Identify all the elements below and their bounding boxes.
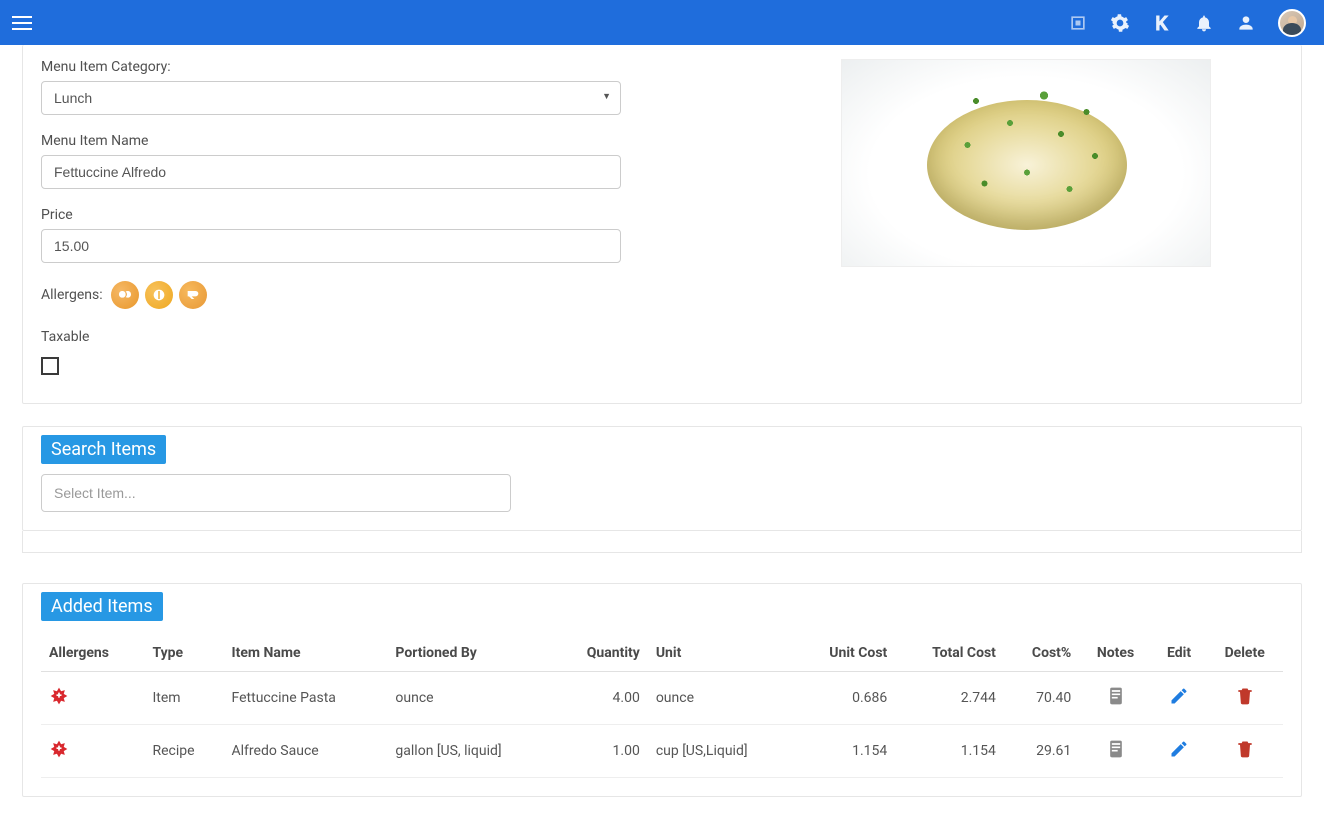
cell-unit-cost: 0.686	[795, 672, 896, 725]
allergen-medical-icon[interactable]	[49, 686, 69, 706]
col-edit: Edit	[1152, 635, 1207, 672]
delete-trash-icon[interactable]	[1235, 739, 1255, 759]
item-name-input[interactable]	[41, 155, 621, 189]
allergen-badge-3-icon[interactable]	[179, 281, 207, 309]
taxable-checkbox[interactable]	[41, 357, 59, 375]
col-cost-pct: Cost%	[1004, 635, 1079, 672]
allergen-medical-icon[interactable]	[49, 739, 69, 759]
cell-total-cost: 1.154	[895, 725, 1004, 778]
cell-unit-cost: 1.154	[795, 725, 896, 778]
taxable-label: Taxable	[41, 329, 621, 345]
col-item-name: Item Name	[224, 635, 388, 672]
notifications-bell-icon[interactable]	[1194, 13, 1214, 33]
search-items-input[interactable]	[41, 474, 511, 512]
menu-item-form-card: Menu Item Category: Lunch Menu Item Name…	[22, 45, 1302, 404]
cell-portioned-by: gallon [US, liquid]	[387, 725, 553, 778]
menu-toggle-button[interactable]	[12, 16, 32, 30]
allergen-badge-1-icon[interactable]	[111, 281, 139, 309]
user-avatar[interactable]	[1278, 9, 1306, 37]
col-type: Type	[144, 635, 223, 672]
delete-trash-icon[interactable]	[1235, 686, 1255, 706]
cell-type: Item	[144, 672, 223, 725]
col-unit: Unit	[648, 635, 795, 672]
allergen-badge-2-icon[interactable]	[145, 281, 173, 309]
cell-total-cost: 2.744	[895, 672, 1004, 725]
cell-unit: cup [US,Liquid]	[648, 725, 795, 778]
added-items-title: Added Items	[41, 592, 163, 621]
price-input[interactable]	[41, 229, 621, 263]
cell-quantity: 4.00	[554, 672, 648, 725]
divider-card	[22, 531, 1302, 553]
col-allergens: Allergens	[41, 635, 144, 672]
col-delete: Delete	[1206, 635, 1283, 672]
logo-k-icon[interactable]	[1152, 13, 1172, 33]
cell-item-name: Fettuccine Pasta	[224, 672, 388, 725]
price-label: Price	[41, 207, 621, 223]
allergens-label: Allergens:	[41, 287, 103, 303]
settings-gear-icon[interactable]	[1110, 13, 1130, 33]
col-quantity: Quantity	[554, 635, 648, 672]
col-portioned-by: Portioned By	[387, 635, 553, 672]
edit-pencil-icon[interactable]	[1169, 686, 1189, 706]
cell-cost-pct: 29.61	[1004, 725, 1079, 778]
table-row: Item Fettuccine Pasta ounce 4.00 ounce 0…	[41, 672, 1283, 725]
category-label: Menu Item Category:	[41, 59, 621, 75]
topbar-right-group	[1068, 9, 1312, 37]
menu-item-image	[841, 59, 1211, 267]
user-account-icon[interactable]	[1236, 13, 1256, 33]
cell-quantity: 1.00	[554, 725, 648, 778]
cell-item-name: Alfredo Sauce	[224, 725, 388, 778]
cell-unit: ounce	[648, 672, 795, 725]
search-items-title: Search Items	[41, 435, 166, 464]
added-items-table: Allergens Type Item Name Portioned By Qu…	[41, 635, 1283, 778]
item-name-label: Menu Item Name	[41, 133, 621, 149]
cell-type: Recipe	[144, 725, 223, 778]
top-navigation-bar	[0, 0, 1324, 45]
square-app-icon[interactable]	[1068, 13, 1088, 33]
edit-pencil-icon[interactable]	[1169, 739, 1189, 759]
category-select[interactable]: Lunch	[41, 81, 621, 115]
col-unit-cost: Unit Cost	[795, 635, 896, 672]
notes-icon[interactable]	[1106, 739, 1126, 759]
cell-cost-pct: 70.40	[1004, 672, 1079, 725]
search-items-card: Search Items	[22, 426, 1302, 531]
added-items-card: Added Items Allergens Type Item Name Por…	[22, 583, 1302, 797]
notes-icon[interactable]	[1106, 686, 1126, 706]
cell-portioned-by: ounce	[387, 672, 553, 725]
col-total-cost: Total Cost	[895, 635, 1004, 672]
table-row: Recipe Alfredo Sauce gallon [US, liquid]…	[41, 725, 1283, 778]
col-notes: Notes	[1079, 635, 1152, 672]
